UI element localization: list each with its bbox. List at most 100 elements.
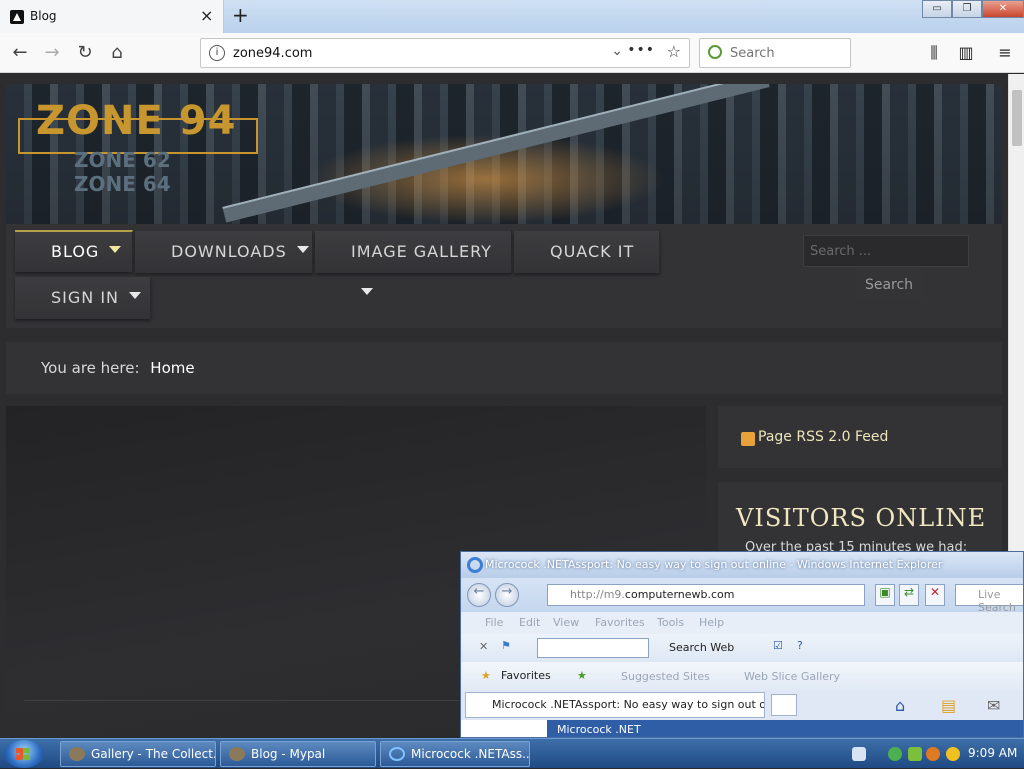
site-search-button[interactable]: Search (856, 268, 922, 302)
maximize-button[interactable]: ❐ (952, 0, 982, 18)
ie-refresh-icon[interactable]: ⇄ (899, 584, 919, 606)
ie-menu-file[interactable]: File (485, 616, 503, 629)
library-icon[interactable]: ⫼ (922, 41, 946, 65)
menu-item-downloads[interactable]: DOWNLOADS (135, 231, 313, 273)
search-tray-icon[interactable] (946, 747, 960, 761)
home-icon[interactable]: ⌂ (104, 40, 130, 66)
menu-item-quack-it[interactable]: QUACK IT (514, 231, 660, 273)
browser-search-box[interactable] (699, 38, 851, 68)
close-toolbar-icon[interactable]: ✕ (479, 640, 488, 653)
keyboard-icon[interactable] (852, 747, 866, 761)
main-menu: BLOG DOWNLOADS IMAGE GALLERY QUACK IT SI… (6, 224, 1002, 328)
favorites-button[interactable]: Favorites (501, 669, 551, 682)
ie-back-icon[interactable]: ← (467, 583, 491, 607)
caret-down-icon (361, 288, 373, 295)
taskbar-button-blog[interactable]: Blog - Mypal (220, 741, 376, 767)
rss-feed-link[interactable]: Page RSS 2.0 Feed (758, 429, 888, 445)
ie-content-title: Microcock .NET (557, 723, 641, 736)
minimize-button[interactable]: ▭ (922, 0, 952, 18)
ie-menu-tools[interactable]: Tools (657, 616, 684, 629)
ie-menu-favorites[interactable]: Favorites (595, 616, 645, 629)
windows-flag-icon[interactable]: ⚑ (501, 639, 511, 652)
hamburger-menu-icon[interactable]: ≡ (993, 41, 1017, 65)
ie-toolbar-search-input[interactable] (537, 638, 649, 658)
suggested-sites-link[interactable]: Suggested Sites (621, 670, 710, 683)
web-slice-gallery-link[interactable]: Web Slice Gallery (744, 670, 840, 683)
tab-close-icon[interactable]: × (200, 6, 213, 25)
ie-feeds-icon[interactable]: ▤ (941, 696, 956, 715)
ie-menu-view[interactable]: View (553, 616, 579, 629)
ie-window[interactable]: Microcock .NETAssport: No easy way to si… (460, 551, 1024, 738)
address-bar[interactable]: i zone94.com ⌄ ••• ☆ (200, 38, 690, 68)
page-actions-icon[interactable]: ••• (627, 42, 655, 58)
favorites-star-icon: ★ (481, 669, 491, 682)
new-tab-button[interactable]: + (232, 3, 249, 27)
sidebar-icon[interactable]: ▥ (954, 41, 978, 65)
clock[interactable]: 9:09 AM (968, 746, 1017, 760)
site-info-icon[interactable]: i (209, 45, 225, 61)
address-url[interactable]: zone94.com (233, 46, 312, 61)
ie-favorites-bar: ★ Favorites ★ Suggested Sites Web Slice … (461, 662, 1023, 690)
ie-window-title: Microcock .NETAssport: No easy way to si… (485, 558, 943, 571)
menu-item-image-gallery[interactable]: IMAGE GALLERY (315, 231, 512, 295)
ie-forward-icon[interactable]: → (495, 583, 519, 607)
reload-icon[interactable]: ↻ (72, 40, 98, 66)
add-favorite-icon[interactable]: ★ (577, 669, 587, 682)
taskbar-button-ie[interactable]: Microcock .NETAss... (380, 741, 530, 767)
ie-address-bar[interactable]: http://m9.computernewb.com (547, 584, 865, 606)
ie-menu-help[interactable]: Help (699, 616, 724, 629)
chevron-down-icon[interactable]: ⌄ (611, 43, 623, 59)
back-arrow-icon[interactable]: ← (7, 40, 33, 66)
site-search-input[interactable]: Search ... (803, 235, 969, 267)
ie-mail-icon[interactable]: ✉ (987, 696, 1000, 715)
logo-line-3: ZONE 64 (74, 172, 171, 196)
rss-module: Page RSS 2.0 Feed (718, 406, 1002, 468)
logo-main-text: ZONE 94 (36, 98, 237, 144)
taskbar: Gallery - The Collect... Blog - Mypal Mi… (0, 738, 1024, 768)
sync-icon[interactable] (908, 747, 922, 761)
network-icon[interactable] (888, 747, 902, 761)
ie-home-icon[interactable]: ⌂ (895, 696, 905, 715)
site-banner: ZONE 94 ZONE 62 ZONE 64 (6, 84, 1002, 224)
ie-titlebar[interactable]: Microcock .NETAssport: No easy way to si… (461, 552, 1023, 578)
breadcrumb-home-link[interactable]: Home (150, 359, 194, 377)
search-web-button[interactable]: Search Web (669, 641, 734, 654)
menu-item-sign-in[interactable]: SIGN IN (15, 277, 151, 319)
window-close-button[interactable]: ✕ (982, 0, 1024, 18)
ie-stop-icon[interactable]: ✕ (925, 584, 945, 606)
ie-url-domain: computernewb.com (624, 588, 735, 601)
ie-compat-icon[interactable]: ▣ (875, 584, 895, 606)
search-engine-icon (708, 45, 722, 59)
taskbar-label: Blog - Mypal (251, 747, 326, 761)
ie-url-prefix: http://m9. (570, 588, 625, 601)
bookmark-star-icon[interactable]: ☆ (667, 42, 681, 61)
forward-arrow-icon[interactable]: → (39, 40, 65, 66)
ie-menu-edit[interactable]: Edit (519, 616, 540, 629)
ie-live-search[interactable]: Live Search (955, 584, 1023, 614)
browser-tab-strip: Blog × + ▭ ❐ ✕ (0, 0, 1024, 33)
menu-label: DOWNLOADS (171, 242, 287, 261)
ie-tab[interactable]: Microcock .NETAssport: No easy way to si… (465, 692, 765, 718)
ie-tab-bar: Microcock .NETAssport: No easy way to si… (461, 690, 1023, 720)
help-icon[interactable]: ? (797, 639, 803, 652)
ie-new-tab-button[interactable] (771, 694, 797, 716)
browser-search-input[interactable] (728, 45, 843, 62)
ie-search-toolbar: ✕ ⚑ Search Web ☑ ? (461, 634, 1023, 662)
ie-address-row: ← → http://m9.computernewb.com ▣ ⇄ ✕ Liv… (461, 578, 1023, 614)
security-icon[interactable] (926, 747, 940, 761)
page-scrollbar[interactable] (1008, 74, 1024, 552)
taskbar-label: Gallery - The Collect... (91, 747, 216, 761)
start-button[interactable] (4, 740, 44, 768)
menu-label: IMAGE GALLERY (351, 242, 492, 261)
browser-toolbar: ← → ↻ ⌂ i zone94.com ⌄ ••• ☆ ⫼ ▥ ≡ (0, 33, 1024, 73)
menu-item-blog[interactable]: BLOG (15, 230, 133, 272)
browser-tab-blog[interactable]: Blog × (0, 0, 224, 33)
menu-label: BLOG (51, 242, 100, 261)
caret-down-icon (109, 246, 122, 253)
checkbox-icon[interactable]: ☑ (773, 639, 783, 652)
taskbar-button-gallery[interactable]: Gallery - The Collect... (60, 741, 216, 767)
scrollbar-thumb[interactable] (1012, 90, 1022, 146)
rss-icon[interactable] (741, 432, 755, 446)
site-logo[interactable]: ZONE 94 ZONE 62 ZONE 64 (18, 96, 258, 196)
tab-title: Blog (30, 9, 57, 23)
